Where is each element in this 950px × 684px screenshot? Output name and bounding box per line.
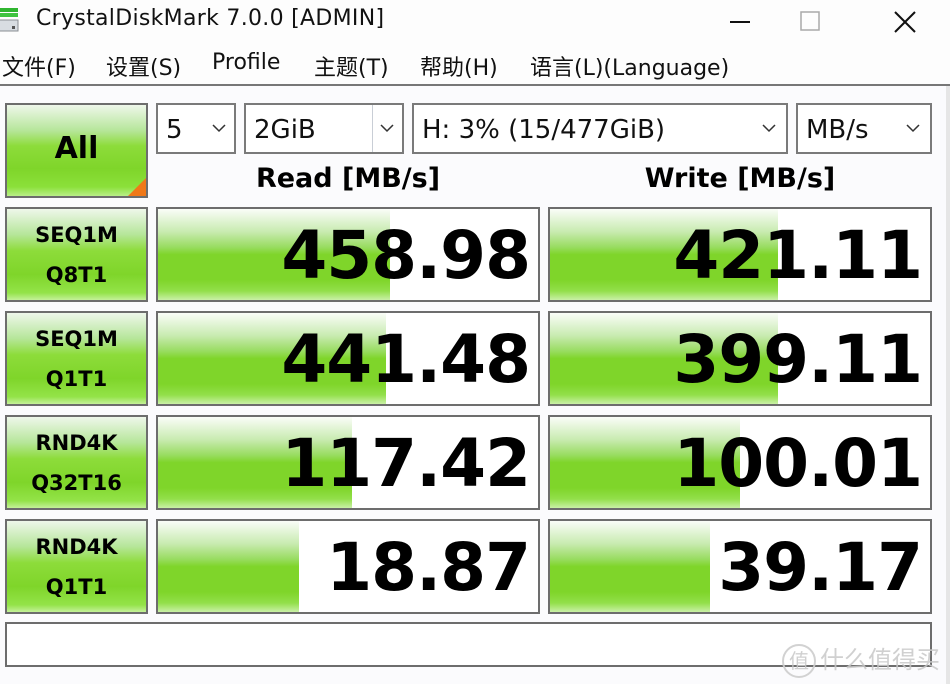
write-bar bbox=[550, 521, 710, 612]
title-bar: CrystalDiskMark 7.0.0 [ADMIN] bbox=[0, 0, 950, 44]
chevron-down-icon bbox=[212, 124, 226, 133]
window-edge bbox=[946, 86, 950, 684]
test-params: Q1T1 bbox=[45, 366, 108, 391]
write-header: Write [MB/s] bbox=[644, 163, 836, 194]
read-value: 18.87 bbox=[326, 529, 531, 606]
test-button-rnd4k-q32t16[interactable]: RND4K Q32T16 bbox=[5, 415, 148, 510]
test-params: Q1T1 bbox=[45, 574, 108, 599]
test-name: SEQ1M bbox=[35, 326, 118, 351]
read-result-cell: 458.98 bbox=[156, 207, 540, 302]
dropdown-separator bbox=[372, 105, 373, 152]
all-button-label: All bbox=[54, 131, 99, 166]
read-result-cell: 117.42 bbox=[156, 415, 540, 510]
menu-profile[interactable]: Profile bbox=[212, 50, 280, 75]
write-result-cell: 421.11 bbox=[548, 207, 932, 302]
minimize-icon bbox=[730, 21, 750, 23]
read-header: Read [MB/s] bbox=[255, 163, 441, 194]
menu-theme[interactable]: 主题(T) bbox=[314, 50, 389, 82]
all-button[interactable]: All bbox=[5, 103, 148, 198]
write-result-cell: 39.17 bbox=[548, 519, 932, 614]
menu-bar: 文件(F) 设置(S) Profile 主题(T) 帮助(H) 语言(L)(La… bbox=[0, 44, 950, 86]
test-button-seq1m-q8t1[interactable]: SEQ1M Q8T1 bbox=[5, 207, 148, 302]
read-result-cell: 18.87 bbox=[156, 519, 540, 614]
watermark: 值什么值得买 bbox=[782, 640, 940, 678]
menu-help[interactable]: 帮助(H) bbox=[420, 50, 498, 82]
test-button-rnd4k-q1t1[interactable]: RND4K Q1T1 bbox=[5, 519, 148, 614]
test-count-select[interactable]: 5 bbox=[156, 103, 236, 154]
test-count-value: 5 bbox=[166, 115, 183, 145]
close-icon bbox=[894, 11, 916, 33]
watermark-badge-icon: 值 bbox=[782, 644, 816, 678]
test-name: SEQ1M bbox=[35, 222, 118, 247]
write-value: 399.11 bbox=[673, 321, 923, 398]
chevron-down-icon bbox=[762, 124, 776, 133]
read-value: 458.98 bbox=[281, 217, 531, 294]
drive-value: H: 3% (15/477GiB) bbox=[422, 115, 666, 145]
write-result-cell: 100.01 bbox=[548, 415, 932, 510]
write-value: 100.01 bbox=[673, 425, 923, 502]
test-size-select[interactable]: 2GiB bbox=[244, 103, 404, 154]
test-size-value: 2GiB bbox=[254, 115, 316, 145]
chevron-down-icon bbox=[906, 124, 920, 133]
unit-value: MB/s bbox=[806, 115, 869, 145]
menu-settings[interactable]: 设置(S) bbox=[106, 50, 181, 82]
test-params: Q8T1 bbox=[45, 262, 108, 287]
test-name: RND4K bbox=[35, 534, 118, 559]
write-result-cell: 399.11 bbox=[548, 311, 932, 406]
read-value: 117.42 bbox=[281, 425, 531, 502]
watermark-text: 什么值得买 bbox=[820, 646, 940, 674]
close-button[interactable] bbox=[860, 0, 950, 44]
test-button-seq1m-q1t1[interactable]: SEQ1M Q1T1 bbox=[5, 311, 148, 406]
test-name: RND4K bbox=[35, 430, 118, 455]
menu-file[interactable]: 文件(F) bbox=[2, 50, 76, 82]
corner-triangle-icon bbox=[128, 178, 146, 196]
chevron-down-icon bbox=[380, 124, 394, 133]
window-title: CrystalDiskMark 7.0.0 [ADMIN] bbox=[36, 6, 385, 31]
maximize-button[interactable] bbox=[765, 0, 855, 44]
write-value: 421.11 bbox=[673, 217, 923, 294]
read-bar bbox=[158, 521, 299, 612]
drive-select[interactable]: H: 3% (15/477GiB) bbox=[412, 103, 788, 154]
menu-language[interactable]: 语言(L)(Language) bbox=[530, 50, 729, 82]
read-result-cell: 441.48 bbox=[156, 311, 540, 406]
read-value: 441.48 bbox=[281, 321, 531, 398]
test-params: Q32T16 bbox=[31, 470, 122, 495]
unit-select[interactable]: MB/s bbox=[796, 103, 932, 154]
write-value: 39.17 bbox=[718, 529, 923, 606]
maximize-icon bbox=[800, 11, 820, 31]
hdd-icon bbox=[0, 8, 19, 32]
